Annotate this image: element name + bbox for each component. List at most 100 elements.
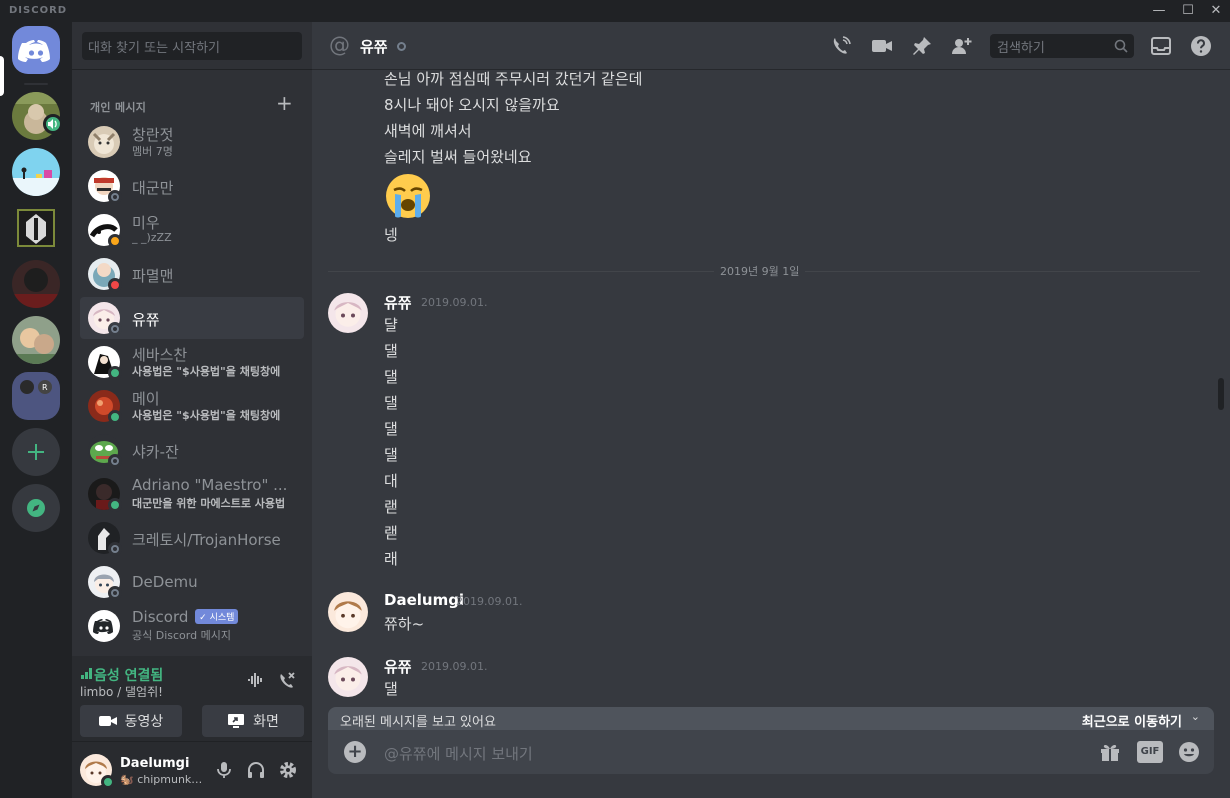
title-bar: DISCORD — ☐ ✕	[0, 0, 1230, 22]
message-input[interactable]: @유쮸에 메시지 보내기	[384, 743, 533, 764]
gift-icon[interactable]	[1098, 740, 1122, 764]
close-button[interactable]: ✕	[1201, 0, 1230, 22]
chat-area: @ 유쮸 검색하기 손님 아까 점심때 주무시러 갔던거 같은데 8시나 돼야 …	[312, 22, 1230, 798]
server-icon-warrior[interactable]	[12, 204, 60, 252]
headphones-icon[interactable]	[246, 760, 266, 780]
dm-name: 대군만	[132, 179, 174, 197]
server-folder[interactable]: R	[12, 372, 60, 420]
message-text: 랟	[384, 524, 398, 542]
dm-item[interactable]: 파멸맨	[80, 253, 304, 295]
scrollbar-thumb[interactable]	[1218, 378, 1224, 410]
dm-item[interactable]: 세바스찬 사용법은 "$사용법"을 채팅창에	[80, 341, 304, 383]
video-call-icon[interactable]	[871, 35, 893, 57]
inbox-icon[interactable]	[1150, 35, 1172, 57]
voice-call-icon[interactable]	[830, 35, 852, 57]
dm-item[interactable]: Adriano "Maestro" ... 대군만을 위한 마에스트로 사용법	[80, 473, 304, 515]
message-text: 댈	[384, 446, 398, 464]
dm-subtext: 공식 Discord 메시지	[132, 629, 231, 642]
message-avatar[interactable]	[328, 293, 368, 333]
system-badge: ✓ 시스템	[195, 609, 239, 624]
settings-gear-icon[interactable]	[278, 760, 298, 780]
microphone-icon[interactable]	[214, 760, 234, 780]
jump-to-present-bar[interactable]: 오래된 메시지를 보고 있어요 최근으로 이동하기 ⌄	[328, 707, 1214, 731]
message-text: 댈	[384, 342, 398, 360]
status-offline-icon	[108, 322, 122, 336]
loudly-crying-emoji-icon	[386, 174, 430, 218]
server-list: R	[0, 22, 72, 798]
minimize-button[interactable]: —	[1144, 0, 1174, 22]
message-author[interactable]: 유쮸	[384, 292, 412, 313]
message-avatar[interactable]	[328, 592, 368, 632]
add-server-button[interactable]	[12, 428, 60, 476]
emoji-icon[interactable]	[1177, 740, 1201, 764]
home-button[interactable]	[12, 26, 60, 74]
status-offline-icon	[108, 586, 122, 600]
dm-name: DeDemu	[132, 573, 198, 591]
screen-share-button[interactable]: 화면	[202, 705, 304, 737]
dm-name: 파멸맨	[132, 267, 174, 285]
status-offline-icon	[108, 454, 122, 468]
message-avatar[interactable]	[328, 657, 368, 697]
create-dm-button[interactable]: +	[276, 93, 293, 113]
dm-item[interactable]: DeDemu	[80, 561, 304, 603]
server-icon-game[interactable]	[12, 148, 60, 196]
find-conversation-button[interactable]: 대화 찾기 또는 시작하기	[82, 32, 302, 60]
plus-icon	[28, 444, 44, 460]
upload-plus-icon[interactable]: +	[344, 741, 366, 763]
server-icon-anime[interactable]	[12, 316, 60, 364]
message-text: 슬레지 벌써 들어왔네요	[384, 148, 532, 166]
help-icon[interactable]	[1190, 35, 1212, 57]
dm-item[interactable]: 창란젓 멤버 7명	[80, 121, 304, 163]
voice-status-title[interactable]: 음성 연결됨	[94, 665, 163, 685]
dm-item[interactable]: 대군만	[80, 165, 304, 207]
dm-item-discord-system[interactable]: Discord ✓ 시스템 공식 Discord 메시지	[80, 605, 304, 647]
dm-item[interactable]: 메이 사용법은 "$사용법"을 채팅창에	[80, 385, 304, 427]
message-timestamp: 2019.09.01.	[421, 660, 488, 673]
gif-button[interactable]: GIF	[1137, 741, 1163, 763]
video-button-label: 동영상	[124, 714, 164, 730]
message-text: 8시나 돼야 오시지 않을까요	[384, 96, 560, 114]
dm-name: 메이	[132, 390, 160, 408]
dm-name: 샤카-잔	[132, 443, 179, 461]
jump-to-present-link[interactable]: 최근으로 이동하기	[1082, 711, 1182, 730]
message-author[interactable]: Daelumgi	[384, 591, 464, 609]
dm-item[interactable]: 미우 _ _)zZZ	[80, 209, 304, 251]
dm-name-row: Discord ✓ 시스템	[132, 608, 297, 626]
svg-text:R: R	[42, 383, 48, 392]
video-button[interactable]: 동영상	[80, 705, 182, 737]
message-text: 댈	[384, 368, 398, 386]
server-icon-dark[interactable]	[12, 260, 60, 308]
maximize-button[interactable]: ☐	[1173, 0, 1203, 22]
dm-item[interactable]: 샤카-잔	[80, 429, 304, 471]
avatar	[88, 126, 120, 158]
message-author[interactable]: 유쮸	[384, 656, 412, 677]
voice-channel-name[interactable]: limbo / 댈엄쥐!	[80, 683, 163, 700]
older-messages-notice: 오래된 메시지를 보고 있어요	[340, 715, 496, 730]
status-online-icon	[108, 366, 122, 380]
message-text: 넹	[384, 226, 398, 244]
dm-item[interactable]: 크레토시/TrojanHorse	[80, 517, 304, 559]
discord-logo-icon	[18, 40, 50, 62]
sidebar-divider	[72, 69, 312, 70]
explore-servers-button[interactable]	[12, 484, 60, 532]
status-offline-icon	[108, 190, 122, 204]
noise-suppression-icon[interactable]	[246, 670, 266, 690]
status-dnd-icon	[108, 278, 122, 292]
dm-subtext: 멤버 7명	[132, 145, 173, 158]
pin-icon[interactable]	[911, 35, 933, 57]
search-input[interactable]: 검색하기	[990, 34, 1134, 58]
message-composer: + @유쮸에 메시지 보내기 GIF	[328, 730, 1214, 774]
dm-item-selected[interactable]: 유쮸	[80, 297, 304, 339]
message-text: 댈	[384, 680, 398, 698]
signal-bars-icon	[81, 668, 92, 679]
home-indicator	[0, 56, 4, 96]
status-online-icon	[101, 775, 115, 789]
disconnect-icon[interactable]	[277, 670, 297, 690]
add-friend-icon[interactable]	[951, 35, 973, 57]
dm-name: 세바스찬	[132, 346, 188, 364]
chevron-down-icon: ⌄	[1190, 710, 1200, 723]
voice-connection-panel: 음성 연결됨 limbo / 댈엄쥐! 동영상 화면	[72, 656, 312, 742]
voice-speaker-icon	[43, 114, 63, 134]
dm-section-header: 개인 메시지	[90, 101, 147, 114]
screen-share-icon	[228, 714, 245, 728]
